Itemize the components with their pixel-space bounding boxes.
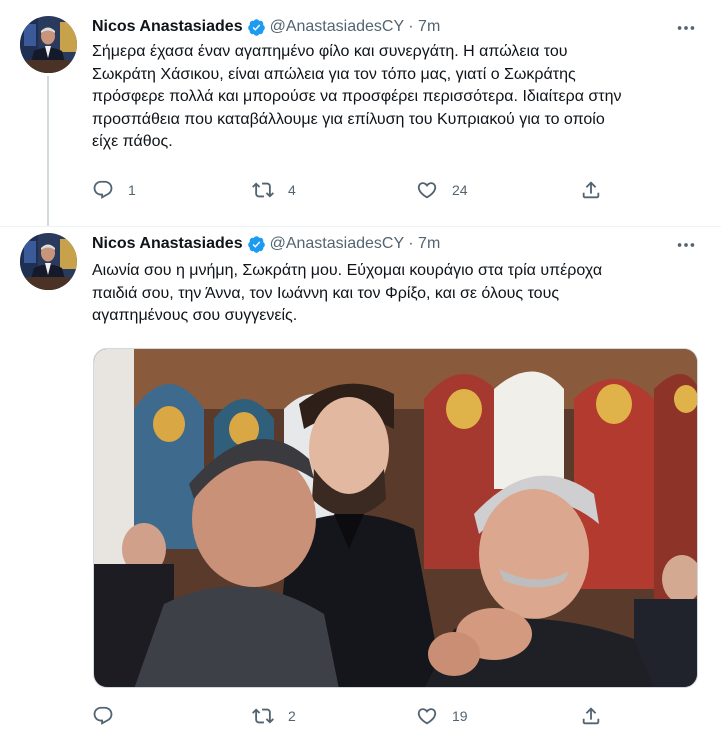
avatar[interactable] <box>20 233 77 290</box>
like-button[interactable]: 19 <box>416 704 468 728</box>
retweet-icon <box>252 708 274 724</box>
tweet-actions: 1 4 24 <box>92 178 632 202</box>
like-count: 24 <box>452 182 468 198</box>
tweet-header: Nicos Anastasiades @AnastasiadesCY · 7m <box>92 16 440 38</box>
like-button[interactable]: 24 <box>416 178 468 202</box>
share-icon <box>582 707 600 725</box>
avatar[interactable] <box>20 16 77 73</box>
tweet-text: Σήμερα έχασα έναν αγαπημένο φίλο και συν… <box>92 43 622 150</box>
share-button[interactable] <box>580 704 602 728</box>
reply-count: 1 <box>128 182 136 198</box>
verified-badge-icon <box>247 18 265 36</box>
author-name[interactable]: Nicos Anastasiades <box>92 235 243 253</box>
retweet-button[interactable]: 4 <box>252 178 296 202</box>
handle-time[interactable]: @AnastasiadesCY · 7m <box>270 18 441 36</box>
share-icon <box>582 181 600 199</box>
tweet-actions: 2 19 <box>92 704 632 728</box>
like-icon <box>417 182 437 199</box>
retweet-button[interactable]: 2 <box>252 704 296 728</box>
tweet-text: Αιωνία σου η μνήμη, Σωκράτη μου. Εύχομαι… <box>92 262 603 324</box>
author-name[interactable]: Nicos Anastasiades <box>92 18 243 36</box>
like-count: 19 <box>452 708 468 724</box>
tweet-1[interactable]: Nicos Anastasiades @AnastasiadesCY · 7m … <box>0 0 721 226</box>
retweet-icon <box>252 182 274 198</box>
like-icon <box>417 708 437 725</box>
more-icon[interactable] <box>675 234 697 256</box>
tweet-header: Nicos Anastasiades @AnastasiadesCY · 7m <box>92 233 440 255</box>
reply-icon <box>93 180 113 199</box>
tweet-2[interactable]: Nicos Anastasiades @AnastasiadesCY · 7m … <box>0 226 721 745</box>
handle-time[interactable]: @AnastasiadesCY · 7m <box>270 235 441 253</box>
reply-button[interactable] <box>92 704 128 728</box>
verified-badge-icon <box>247 235 265 253</box>
reply-icon <box>93 706 113 725</box>
reply-button[interactable]: 1 <box>92 178 136 202</box>
tweet-photo[interactable] <box>93 348 698 688</box>
share-button[interactable] <box>580 178 602 202</box>
retweet-count: 2 <box>288 708 296 724</box>
more-icon[interactable] <box>675 17 697 39</box>
retweet-count: 4 <box>288 182 296 198</box>
